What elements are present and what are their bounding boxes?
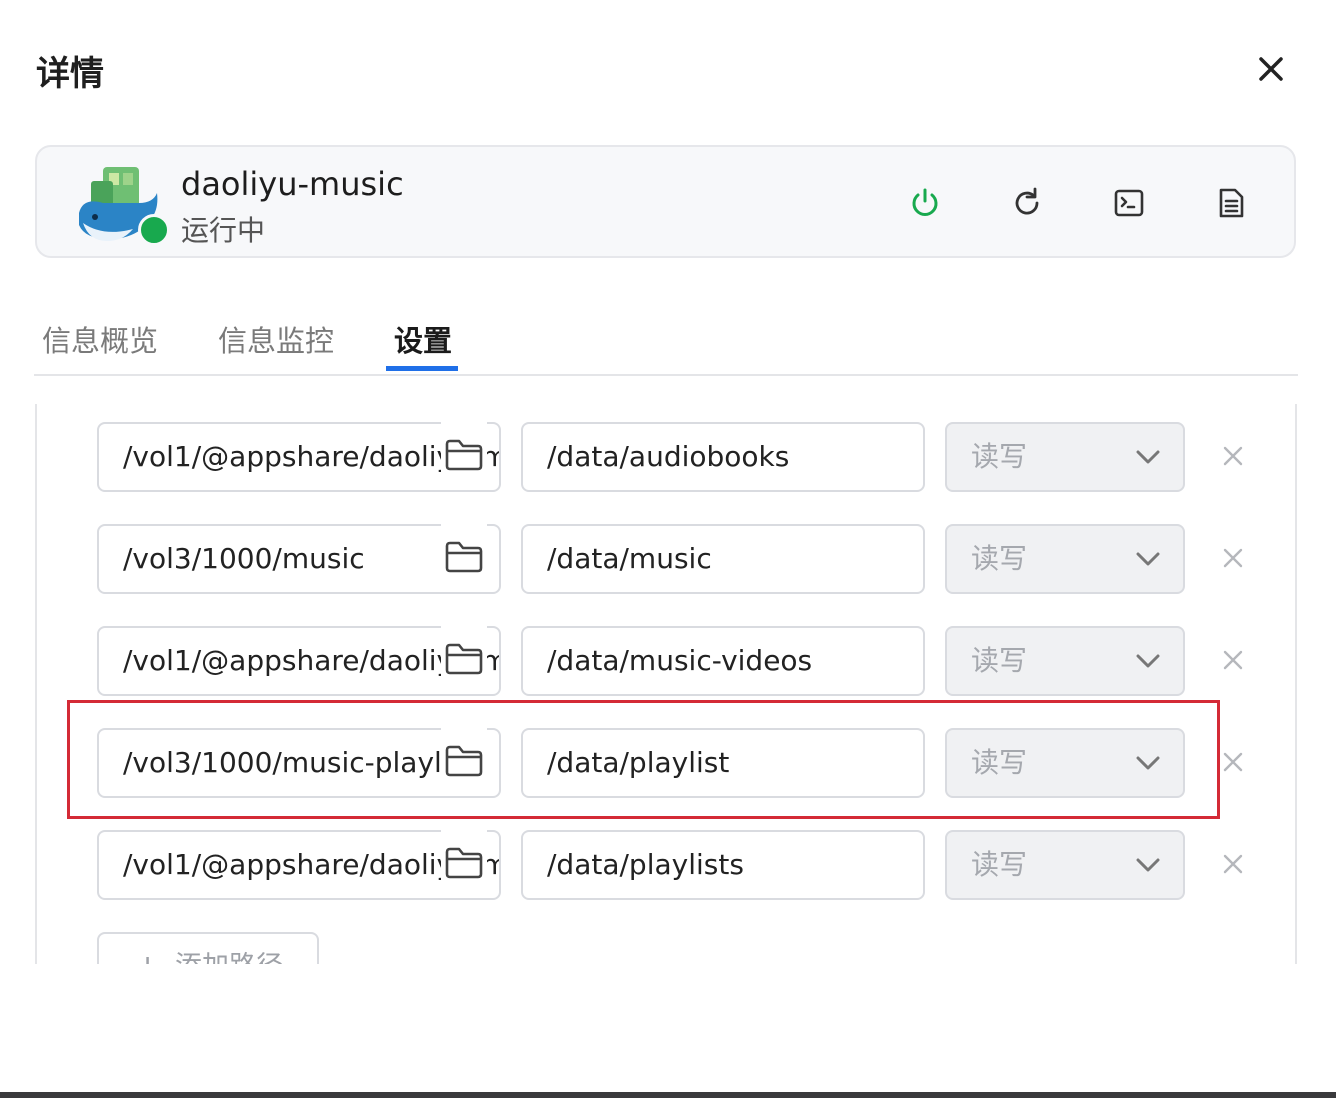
volume-row: /vol3/1000/music /data/music 读写 [97, 524, 1257, 596]
close-icon [1223, 650, 1243, 670]
remove-row-button[interactable] [1215, 846, 1251, 882]
folder-icon [445, 745, 483, 777]
volume-settings-panel: /vol1/@appshare/daoliyu-music /data/audi… [35, 404, 1297, 964]
close-icon [1259, 57, 1283, 81]
mode-select[interactable]: 读写 [945, 626, 1185, 696]
mode-select-value: 读写 [971, 440, 1028, 473]
add-path-label: 添加路径 [175, 951, 283, 964]
folder-icon [445, 541, 483, 573]
volume-row: /vol1/@appshare/daoliyu-music /data/audi… [97, 422, 1257, 494]
chevron-down-icon [1133, 424, 1163, 490]
remove-row-button[interactable] [1215, 438, 1251, 474]
container-path-input[interactable]: /data/playlist [521, 728, 925, 798]
remove-row-button[interactable] [1215, 540, 1251, 576]
mode-select-value: 读写 [971, 542, 1028, 575]
tab-monitor[interactable]: 信息监控 [218, 318, 334, 360]
log-button[interactable] [1211, 183, 1251, 223]
volume-row-highlighted: /vol3/1000/music-playlist /data/playlist… [97, 728, 1257, 800]
volume-row: /vol1/@appshare/daoliyu-music /data/musi… [97, 626, 1257, 698]
tab-overview[interactable]: 信息概览 [42, 318, 158, 360]
folder-browse-button[interactable] [441, 830, 487, 896]
folder-icon [445, 439, 483, 471]
window-bottom-edge [0, 1092, 1336, 1098]
folder-browse-button[interactable] [441, 524, 487, 590]
restart-icon [1015, 187, 1039, 215]
mode-select-value: 读写 [971, 848, 1028, 881]
chevron-down-icon [1133, 730, 1163, 796]
remove-row-button[interactable] [1215, 744, 1251, 780]
container-path-input[interactable]: /data/music-videos [521, 626, 925, 696]
log-icon [1219, 188, 1244, 218]
container-path-input[interactable]: /data/music [521, 524, 925, 594]
close-icon [1223, 752, 1243, 772]
close-icon [1223, 854, 1243, 874]
mode-select[interactable]: 读写 [945, 728, 1185, 798]
mode-select[interactable]: 读写 [945, 422, 1185, 492]
power-button[interactable] [905, 183, 945, 223]
container-path-input[interactable]: /data/playlists [521, 830, 925, 900]
chevron-down-icon [1133, 526, 1163, 592]
app-name: daoliyu-music [181, 165, 404, 203]
mode-select[interactable]: 读写 [945, 524, 1185, 594]
close-icon [1223, 446, 1243, 466]
close-icon [1223, 548, 1243, 568]
mode-select-value: 读写 [971, 746, 1028, 779]
app-card: daoliyu-music 运行中 [35, 145, 1296, 258]
folder-browse-button[interactable] [441, 626, 487, 692]
mode-select-value: 读写 [971, 644, 1028, 677]
chevron-down-icon [1133, 628, 1163, 694]
volume-row: /vol1/@appshare/daoliyu-music /data/play… [97, 830, 1257, 902]
add-path-button[interactable]: + 添加路径 [97, 932, 319, 964]
mode-select[interactable]: 读写 [945, 830, 1185, 900]
active-tab-indicator [386, 366, 458, 371]
power-icon [912, 188, 938, 216]
app-status: 运行中 [181, 214, 266, 247]
folder-browse-button[interactable] [441, 728, 487, 794]
close-button[interactable] [1250, 48, 1292, 90]
remove-row-button[interactable] [1215, 642, 1251, 678]
plus-icon: + [135, 934, 160, 964]
status-dot [138, 214, 170, 246]
terminal-button[interactable] [1109, 183, 1149, 223]
container-path-input[interactable]: /data/audiobooks [521, 422, 925, 492]
restart-button[interactable] [1007, 183, 1047, 223]
chevron-down-icon [1133, 832, 1163, 898]
tab-settings[interactable]: 设置 [394, 318, 452, 360]
folder-icon [445, 643, 483, 675]
dialog-title: 详情 [36, 54, 104, 94]
folder-icon [445, 847, 483, 879]
terminal-icon [1114, 189, 1144, 217]
tab-bar: 信息概览 信息监控 设置 [34, 300, 1298, 376]
folder-browse-button[interactable] [441, 422, 487, 488]
